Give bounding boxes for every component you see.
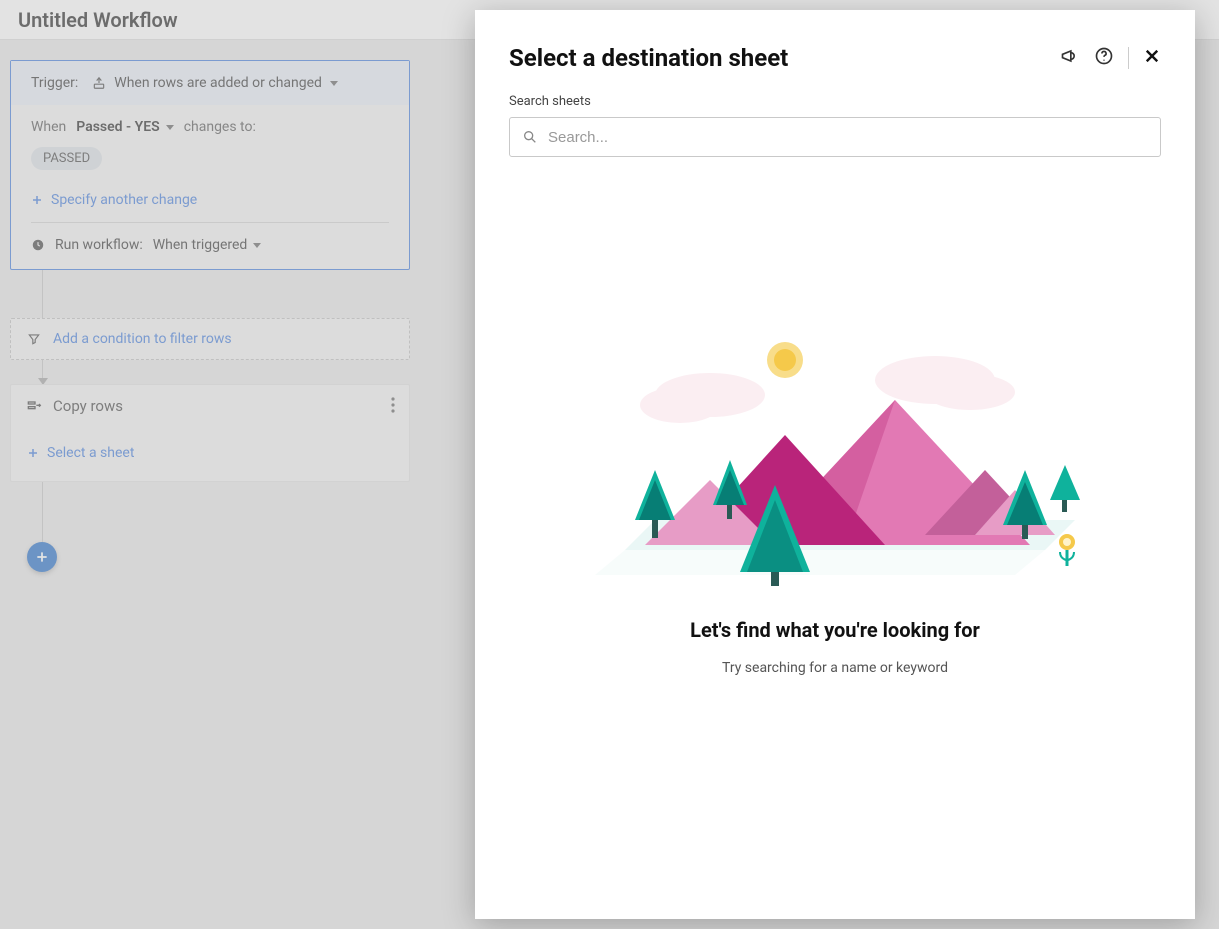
help-button[interactable]: [1094, 46, 1114, 70]
caret-down-icon: [330, 81, 338, 86]
clock-icon: [31, 238, 45, 252]
caret-down-icon: [166, 125, 174, 130]
trigger-card[interactable]: Trigger: When rows are added or changed …: [10, 60, 410, 270]
trigger-icon: [92, 76, 106, 90]
panel-title: Select a destination sheet: [509, 44, 788, 72]
add-condition-link: Add a condition to filter rows: [53, 331, 232, 347]
connector-arrow: [42, 360, 43, 384]
run-workflow-label: Run workflow:: [55, 237, 143, 253]
when-field-select[interactable]: Passed - YES: [76, 119, 173, 135]
feedback-button[interactable]: [1060, 46, 1080, 70]
more-vertical-icon: [391, 397, 395, 413]
action-card[interactable]: Copy rows Select a sheet: [10, 384, 410, 482]
plus-icon: [27, 447, 39, 459]
trigger-type-select[interactable]: When rows are added or changed: [92, 75, 338, 91]
select-sheet-link[interactable]: Select a sheet: [27, 445, 393, 461]
empty-title: Let's find what you're looking for: [690, 618, 980, 642]
close-icon: [1143, 47, 1161, 65]
empty-illustration: [585, 320, 1085, 590]
close-button[interactable]: [1143, 47, 1161, 69]
search-field[interactable]: [509, 117, 1161, 157]
when-label: When: [31, 119, 66, 135]
run-schedule-select[interactable]: When triggered: [153, 237, 262, 253]
filter-icon: [27, 332, 41, 346]
caret-down-icon: [253, 243, 261, 248]
page-title[interactable]: Untitled Workflow: [18, 8, 178, 32]
value-pill[interactable]: PASSED: [31, 147, 102, 170]
add-action-button[interactable]: [27, 542, 57, 572]
connector: [42, 270, 43, 318]
divider: [1128, 47, 1129, 69]
search-label: Search sheets: [509, 94, 1161, 109]
connector: [42, 482, 43, 542]
search-input[interactable]: [548, 129, 1148, 146]
trigger-label: Trigger:: [31, 75, 78, 91]
destination-sheet-panel: Select a destination sheet Search sheets: [475, 10, 1195, 919]
trigger-type-label: When rows are added or changed: [114, 75, 322, 91]
action-title: Copy rows: [53, 397, 123, 415]
add-condition-card[interactable]: Add a condition to filter rows: [10, 318, 410, 360]
megaphone-icon: [1060, 46, 1080, 66]
changes-to-label: changes to:: [184, 119, 256, 135]
trigger-body: When Passed - YES changes to: PASSED Spe…: [11, 105, 409, 269]
empty-subtitle: Try searching for a name or keyword: [722, 660, 948, 676]
action-header: Copy rows: [11, 385, 409, 427]
plus-icon: [35, 550, 49, 564]
specify-another-change-link[interactable]: Specify another change: [31, 192, 389, 208]
plus-icon: [31, 194, 43, 206]
action-more-button[interactable]: [391, 397, 395, 417]
empty-state: Let's find what you're looking for Try s…: [509, 157, 1161, 899]
help-icon: [1094, 46, 1114, 66]
copy-rows-icon: [27, 399, 43, 413]
search-icon: [522, 129, 538, 145]
trigger-header: Trigger: When rows are added or changed: [11, 61, 409, 105]
